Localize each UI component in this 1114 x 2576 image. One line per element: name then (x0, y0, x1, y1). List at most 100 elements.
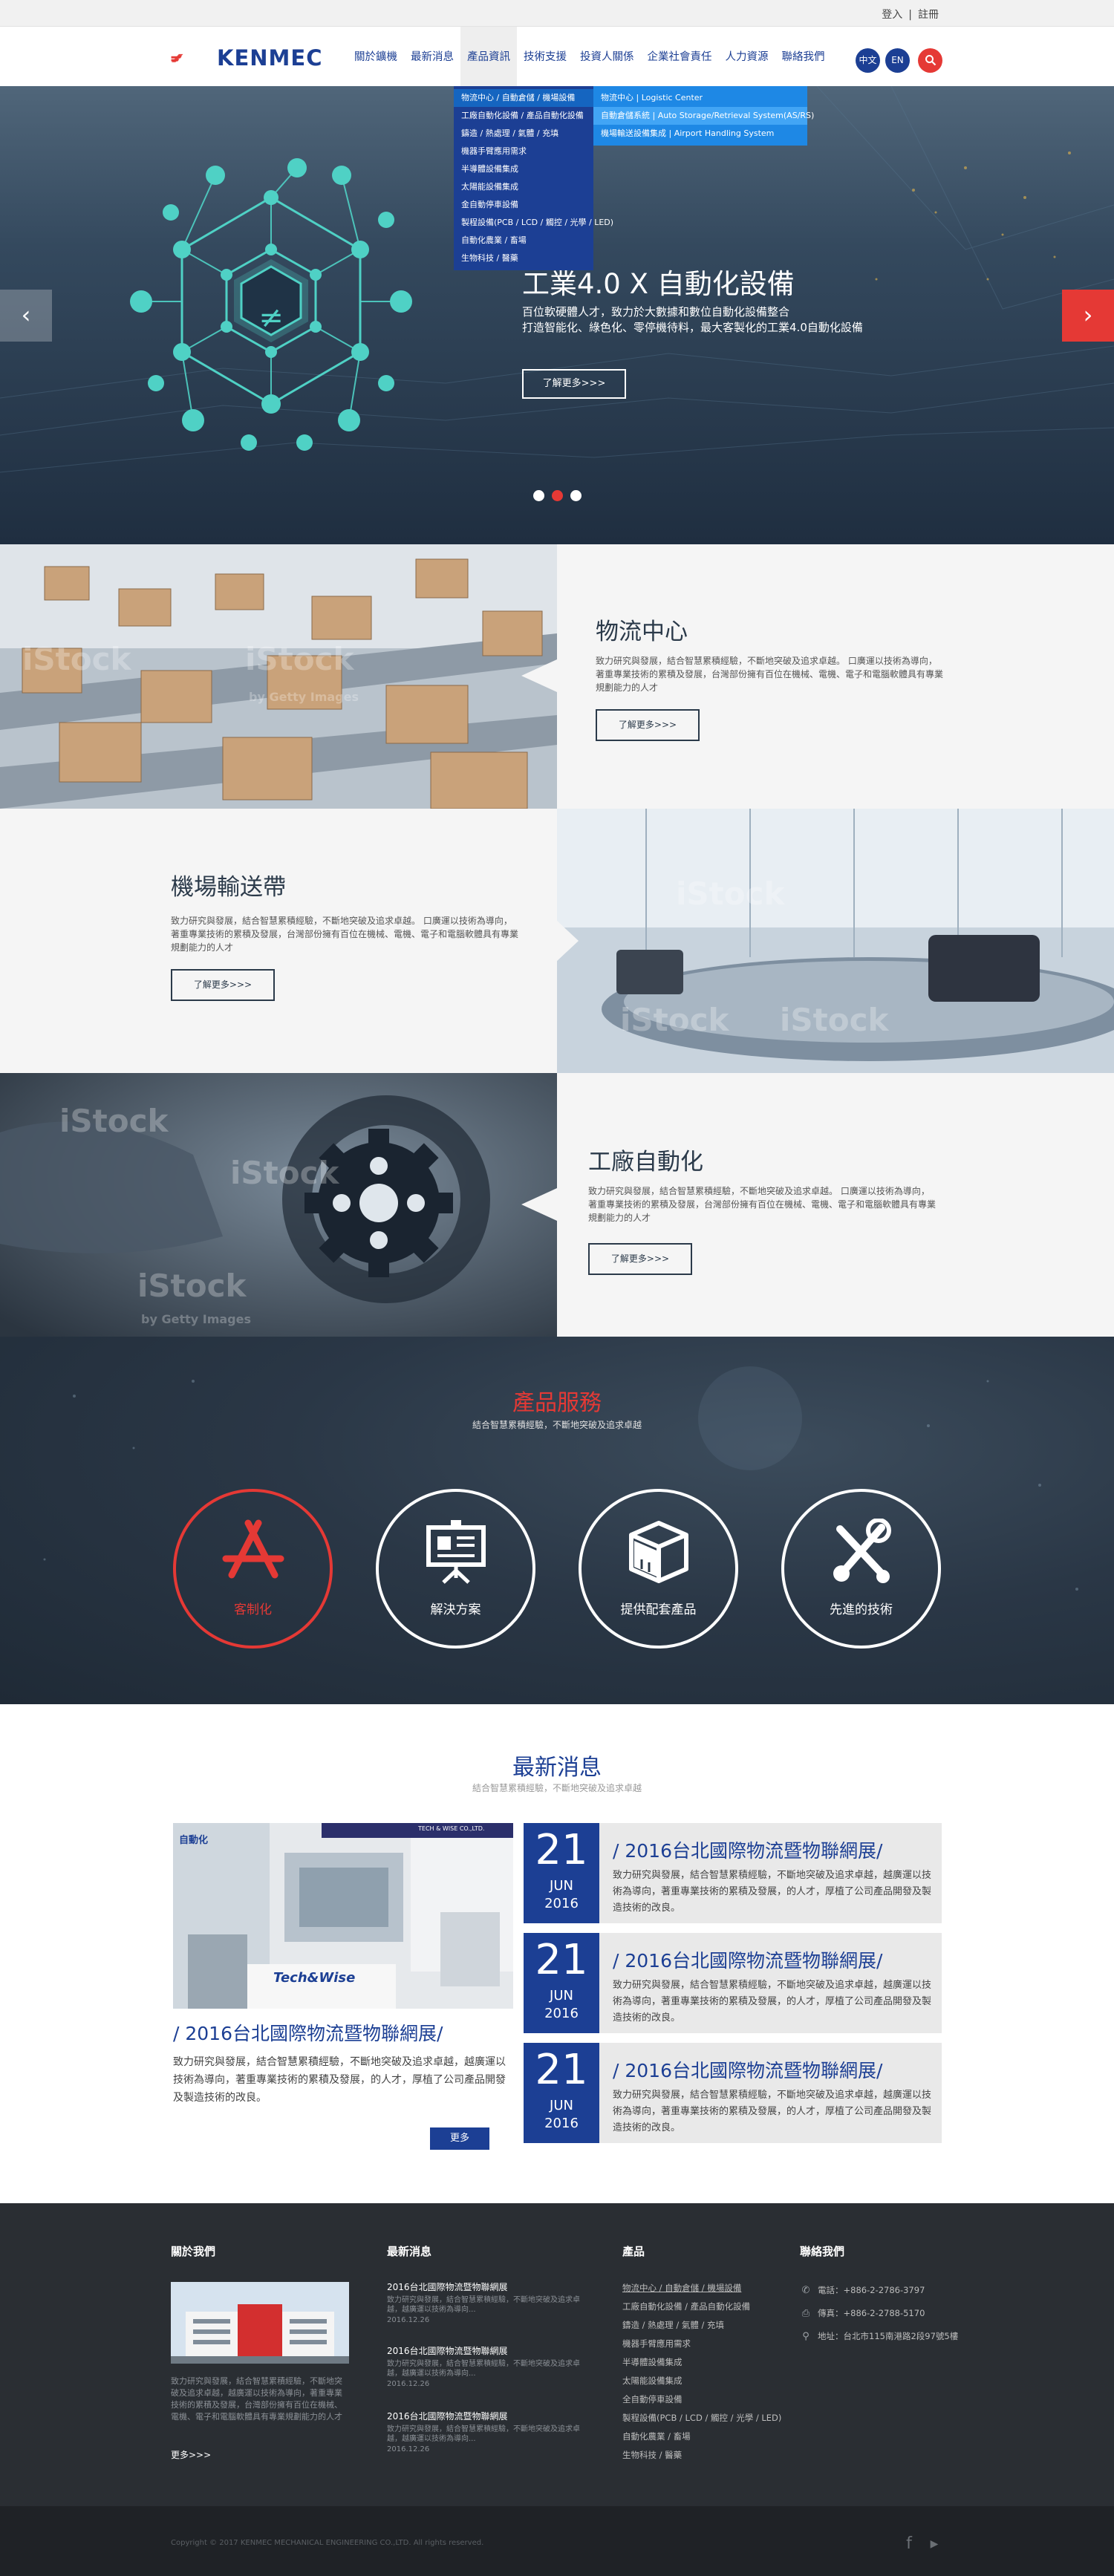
feature-airport: 機場輸送帶 致力研究與發展，結合智慧累積經驗，不斷地突破及追求卓越。 口廣運以技… (0, 809, 1114, 1073)
service-products[interactable]: 提供配套產品 (579, 1489, 738, 1649)
nav-contact[interactable]: 聯絡我們 (775, 27, 832, 86)
footer-news-item[interactable]: 2016台北國際物流暨物聯網展 致力研究與發展，結合智慧累積經驗，不斷地突破及追… (387, 2410, 591, 2453)
login-link[interactable]: 登入 (882, 9, 902, 21)
nav-hr[interactable]: 人力資源 (719, 27, 775, 86)
service-customization-label: 客制化 (234, 1602, 272, 1617)
footer-product-link[interactable]: 自動化農業 / 畜場 (622, 2427, 781, 2446)
footer-product-link[interactable]: 生物科技 / 醫藥 (622, 2446, 781, 2465)
dropdown-item-biotech[interactable]: 生物科技 / 醫藥 (454, 250, 593, 267)
subdropdown-item-airport[interactable]: 機場輸送設備集成 | Airport Handling System (593, 125, 807, 143)
footer-product-link[interactable]: 物流中心 / 自動倉儲 / 機場設備 (622, 2279, 781, 2298)
app-store-icon (222, 1519, 284, 1579)
news-card-desc: 致力研究與發展，結合智慧累積經驗，不斷地突破及追求卓越，越廣運以技術為導向，著重… (613, 1980, 932, 2024)
footer-news-item[interactable]: 2016台北國際物流暨物聯網展 致力研究與發展，結合智慧累積經驗，不斷地突破及追… (387, 2280, 591, 2324)
nav-investors[interactable]: 投資人關係 (573, 27, 641, 86)
slider-dot-3[interactable] (570, 490, 582, 501)
news-card-desc: 致力研究與發展，結合智慧累積經驗，不斷地突破及追求卓越，越廣運以技術為導向，著重… (613, 1870, 932, 1914)
dropdown-item-semiconductor[interactable]: 半導體設備集成 (454, 160, 593, 178)
nav-about[interactable]: 關於鑛機 (348, 27, 404, 86)
footer-product-link[interactable]: 機器手臂應用需求 (622, 2335, 781, 2353)
youtube-icon[interactable]: ▶ (925, 2533, 943, 2555)
footer-product-link[interactable]: 半導體設備集成 (622, 2353, 781, 2372)
account-separator: | (908, 9, 912, 21)
watermark-istock: iStock (137, 1268, 247, 1304)
service-customization[interactable]: 客制化 (173, 1489, 333, 1649)
location-pin-icon: ⚲ (802, 2331, 810, 2342)
account-links: 登入 | 註冊 (879, 7, 942, 22)
dropdown-item-process-equipment[interactable]: 製程設備(PCB / LCD / 觸控 / 光學 / LED) (454, 214, 613, 232)
dropdown-item-parking[interactable]: 金自動停車設備 (454, 196, 593, 214)
feature-airport-image: iStock iStock iStock (557, 809, 1114, 1073)
feature-airport-desc: 致力研究與發展，結合智慧累積經驗，不斷地突破及追求卓越。 口廣運以技術為導向，著… (171, 916, 519, 953)
services-section: 產品服務 結合智慧累積經驗，不斷地突破及追求卓越 客制化 解決方案 提供配套產品… (0, 1337, 1114, 1704)
site-footer: 關於我們 致力研究與發展，結合智慧累積經驗，不斷地突破及追求卓越，越廣運以技術為… (0, 2203, 1114, 2506)
dropdown-item-robot-arm[interactable]: 機器手臂應用需求 (454, 143, 593, 160)
slider-next-button[interactable]: › (1062, 290, 1114, 342)
nav-news[interactable]: 最新消息 (404, 27, 460, 86)
copyright-text: Copyright © 2017 KENMEC MECHANICAL ENGIN… (171, 2539, 484, 2547)
footer-contact-heading: 聯絡我們 (800, 2245, 845, 2258)
news-more-button[interactable]: 更多 (430, 2127, 489, 2150)
service-products-label: 提供配套產品 (620, 1602, 697, 1617)
slider-dot-2[interactable] (552, 490, 563, 501)
dropdown-item-solar[interactable]: 太陽能設備集成 (454, 178, 593, 196)
company-building-photo (171, 2282, 349, 2364)
feature-logistics-button[interactable]: 了解更多>>> (596, 709, 700, 741)
footer-product-link[interactable]: 製程設備(PCB / LCD / 觸控 / 光學 / LED) (622, 2409, 781, 2427)
footer-news-desc: 致力研究與發展，結合智慧累積經驗，不斷地突破及追求卓越，越廣運以技術為導向... (387, 2360, 580, 2378)
footer-product-link[interactable]: 工廠自動化設備 / 產品自動化設備 (622, 2298, 781, 2316)
fax-icon: ⎙ (801, 2308, 810, 2319)
service-technology-label: 先進的技術 (830, 1602, 893, 1617)
service-technology[interactable]: 先進的技術 (781, 1489, 941, 1649)
news-lead-image[interactable]: 自動化 TECH & WISE CO.,LTD. Tech&Wise (173, 1823, 513, 2009)
footer-news-title[interactable]: 2016台北國際物流暨物聯網展 (387, 2410, 591, 2422)
nav-csr[interactable]: 企業社會責任 (641, 27, 719, 86)
news-section: 最新消息 結合智慧累積經驗，不斷地突破及追求卓越 自動化 TECH & WISE… (0, 1704, 1114, 2203)
lang-zh-button[interactable]: 中文 (856, 48, 880, 73)
hero-learn-more-button[interactable]: 了解更多>>> (522, 369, 626, 399)
news-card-year: 2016 (544, 1896, 579, 1911)
watermark-istock: iStock (780, 1002, 889, 1038)
register-link[interactable]: 註冊 (918, 9, 939, 21)
footer-news-title[interactable]: 2016台北國際物流暨物聯網展 (387, 2280, 591, 2293)
subdropdown-item-asrs[interactable]: 自動倉儲系統 | Auto Storage/Retrieval System(A… (593, 107, 814, 125)
news-card-day: 21 (535, 2046, 588, 2094)
dropdown-item-agriculture[interactable]: 自動化農業 / 畜場 (454, 232, 593, 250)
slider-dot-1[interactable] (533, 490, 544, 501)
news-lead-title[interactable]: / 2016台北國際物流暨物聯網展/ (173, 2019, 443, 2046)
news-card-3[interactable]: 21 JUN 2016 / 2016台北國際物流暨物聯網展/ 致力研究與發展，結… (524, 2043, 942, 2143)
facebook-icon[interactable]: f (900, 2533, 918, 2555)
dropdown-item-factory-automation[interactable]: 工廠自動化設備 / 產品自動化設備 (454, 107, 593, 125)
dropdown-item-logistics[interactable]: 物流中心 / 自動倉儲 / 機場設備 (454, 89, 593, 107)
footer-product-link[interactable]: 全自動停車設備 (622, 2390, 781, 2409)
subdropdown-item-logistic-center[interactable]: 物流中心 | Logistic Center (593, 89, 807, 107)
footer-news-title[interactable]: 2016台北國際物流暨物聯網展 (387, 2344, 591, 2357)
footer-building-image[interactable] (171, 2282, 349, 2364)
copyright-bar: Copyright © 2017 KENMEC MECHANICAL ENGIN… (0, 2506, 1114, 2576)
search-button[interactable] (918, 48, 942, 73)
footer-news-item[interactable]: 2016台北國際物流暨物聯網展 致力研究與發展，結合智慧累積經驗，不斷地突破及追… (387, 2344, 591, 2388)
news-card-2[interactable]: 21 JUN 2016 / 2016台北國際物流暨物聯網展/ 致力研究與發展，結… (524, 1933, 942, 2033)
feature-factory: iStock iStock iStock by Getty Images 工廠自… (0, 1073, 1114, 1337)
kenmec-logo-icon[interactable] (171, 43, 215, 73)
footer-contact-list: ✆ 電話：+886-2-2786-3797 ⎙ 傳真：+886-2-2788-517… (800, 2279, 959, 2348)
feature-factory-button[interactable]: 了解更多>>> (588, 1243, 692, 1275)
lang-en-button[interactable]: EN (885, 48, 910, 73)
footer-product-link[interactable]: 太陽能設備集成 (622, 2372, 781, 2390)
footer-about-more-link[interactable]: 更多>>> (171, 2448, 211, 2461)
footer-product-link[interactable]: 鑄造 / 熱處理 / 氣體 / 充填 (622, 2316, 781, 2335)
feature-airport-button[interactable]: 了解更多>>> (171, 969, 275, 1001)
footer-news-desc: 致力研究與發展，結合智慧累積經驗，不斷地突破及追求卓越，越廣運以技術為導向... (387, 2296, 580, 2314)
news-card-1[interactable]: 21 JUN 2016 / 2016台北國際物流暨物聯網展/ 致力研究與發展，結… (524, 1823, 942, 1923)
slider-dots (533, 490, 582, 501)
dropdown-item-casting[interactable]: 鑄造 / 熱處理 / 氣體 / 充填 (454, 125, 593, 143)
hero-subtitle: 百位軟硬體人才，致力於大數據和數位自動化設備整合 打造智能化、綠色化、零停機待料… (522, 304, 863, 336)
nav-products[interactable]: 產品資訊 (460, 27, 517, 86)
search-icon (925, 55, 936, 66)
nav-support[interactable]: 技術支援 (517, 27, 573, 86)
service-solutions[interactable]: 解決方案 (376, 1489, 535, 1649)
footer-about-desc: 致力研究與發展，結合智慧累積經驗，不斷地突破及追求卓越，越廣運以技術為導向，著重… (171, 2376, 342, 2422)
slider-prev-button[interactable]: ‹ (0, 290, 52, 342)
footer-products-list: 物流中心 / 自動倉儲 / 機場設備 工廠自動化設備 / 產品自動化設備 鑄造 … (622, 2279, 781, 2465)
brand-name[interactable]: KENMEC (217, 45, 323, 71)
